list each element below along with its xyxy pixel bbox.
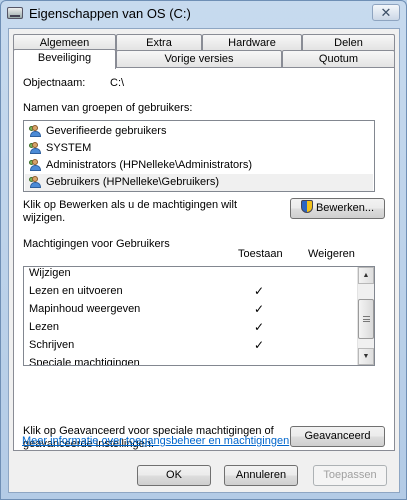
permission-row: Mapinhoud weergeven ✓ bbox=[24, 300, 359, 318]
permission-name: Mapinhoud weergeven bbox=[29, 303, 141, 315]
scroll-up-icon[interactable]: ▲ bbox=[358, 267, 374, 284]
help-link[interactable]: Meer informatie over toegangsbeheer en m… bbox=[22, 435, 289, 447]
permission-name: Lezen en uitvoeren bbox=[29, 285, 123, 297]
group-name: SYSTEM bbox=[46, 142, 92, 154]
scroll-down-icon[interactable]: ▼ bbox=[358, 348, 374, 365]
allow-check-icon: ✓ bbox=[253, 338, 265, 352]
permission-name: Wijzigen bbox=[29, 267, 71, 279]
allow-column-header: Toestaan bbox=[238, 248, 283, 260]
close-button[interactable]: ✕ bbox=[372, 4, 400, 21]
edit-hint-line2: wijzigen. bbox=[23, 212, 66, 224]
permission-row: Speciale machtigingen bbox=[24, 354, 359, 366]
user-group-icon bbox=[29, 176, 43, 189]
tab-quotum[interactable]: Quotum bbox=[282, 50, 395, 68]
dialog-client: Algemeen Extra Hardware Delen Beveiligin… bbox=[8, 28, 400, 493]
user-group-icon bbox=[29, 142, 43, 155]
allow-check-icon: ✓ bbox=[253, 284, 265, 298]
permission-row: Lezen en uitvoeren ✓ bbox=[24, 282, 359, 300]
permissions-scrollbar[interactable]: ▲ ▼ bbox=[357, 267, 374, 365]
group-item[interactable]: Administrators (HPNelleke\Administrators… bbox=[25, 157, 373, 174]
user-group-icon bbox=[29, 159, 43, 172]
edit-button[interactable]: Bewerken... bbox=[290, 198, 385, 219]
advanced-button[interactable]: Geavanceerd bbox=[290, 426, 385, 447]
permission-name: Lezen bbox=[29, 321, 59, 333]
permission-row: Wijzigen bbox=[24, 267, 359, 282]
permission-row: Schrijven ✓ bbox=[24, 336, 359, 354]
tab-hardware[interactable]: Hardware bbox=[202, 34, 302, 51]
permission-name: Speciale machtigingen bbox=[29, 357, 140, 366]
edit-hint-line1: Klik op Bewerken als u de machtigingen w… bbox=[23, 199, 238, 211]
deny-column-header: Weigeren bbox=[308, 248, 355, 260]
scroll-thumb[interactable] bbox=[358, 299, 374, 339]
tab-row-2: Beveiliging Vorige versies Quotum bbox=[13, 49, 395, 69]
cancel-button[interactable]: Annuleren bbox=[224, 465, 298, 486]
apply-button[interactable]: Toepassen bbox=[313, 465, 387, 486]
edit-button-label: Bewerken... bbox=[315, 202, 375, 214]
window-title: Eigenschappen van OS (C:) bbox=[29, 6, 191, 21]
ok-button[interactable]: OK bbox=[137, 465, 211, 486]
allow-check-icon: ✓ bbox=[253, 320, 265, 334]
security-panel: Objectnaam: C:\ Namen van groepen of geb… bbox=[13, 67, 395, 451]
group-name: Gebruikers (HPNelleke\Gebruikers) bbox=[46, 176, 219, 188]
properties-window: Eigenschappen van OS (C:) ✕ Algemeen Ext… bbox=[0, 0, 407, 500]
group-item[interactable]: Geverifieerde gebruikers bbox=[25, 123, 373, 140]
title-bar[interactable]: Eigenschappen van OS (C:) ✕ bbox=[1, 1, 406, 27]
allow-check-icon: ✓ bbox=[253, 302, 265, 316]
tab-beveiliging[interactable]: Beveiliging bbox=[13, 49, 116, 69]
user-group-icon bbox=[29, 125, 43, 138]
groups-label: Namen van groepen of gebruikers: bbox=[23, 102, 193, 114]
tab-extra[interactable]: Extra bbox=[116, 34, 202, 51]
groups-list[interactable]: Geverifieerde gebruikers SYSTEM Administ… bbox=[23, 120, 375, 192]
permission-row: Lezen ✓ bbox=[24, 318, 359, 336]
tab-vorige-versies[interactable]: Vorige versies bbox=[116, 50, 282, 68]
object-name-label: Objectnaam: bbox=[23, 77, 86, 89]
group-item-selected[interactable]: Gebruikers (HPNelleke\Gebruikers) bbox=[25, 174, 373, 191]
permissions-label: Machtigingen voor Gebruikers bbox=[23, 238, 170, 250]
group-name: Administrators (HPNelleke\Administrators… bbox=[46, 159, 252, 171]
group-item[interactable]: SYSTEM bbox=[25, 140, 373, 157]
drive-icon bbox=[7, 7, 23, 19]
permission-name: Schrijven bbox=[29, 339, 75, 351]
group-name: Geverifieerde gebruikers bbox=[46, 125, 167, 137]
object-name-value: C:\ bbox=[110, 77, 125, 89]
permissions-list[interactable]: Wijzigen Lezen en uitvoeren ✓ Mapinhoud … bbox=[23, 266, 375, 366]
tab-delen[interactable]: Delen bbox=[302, 34, 395, 51]
uac-shield-icon bbox=[300, 200, 313, 213]
